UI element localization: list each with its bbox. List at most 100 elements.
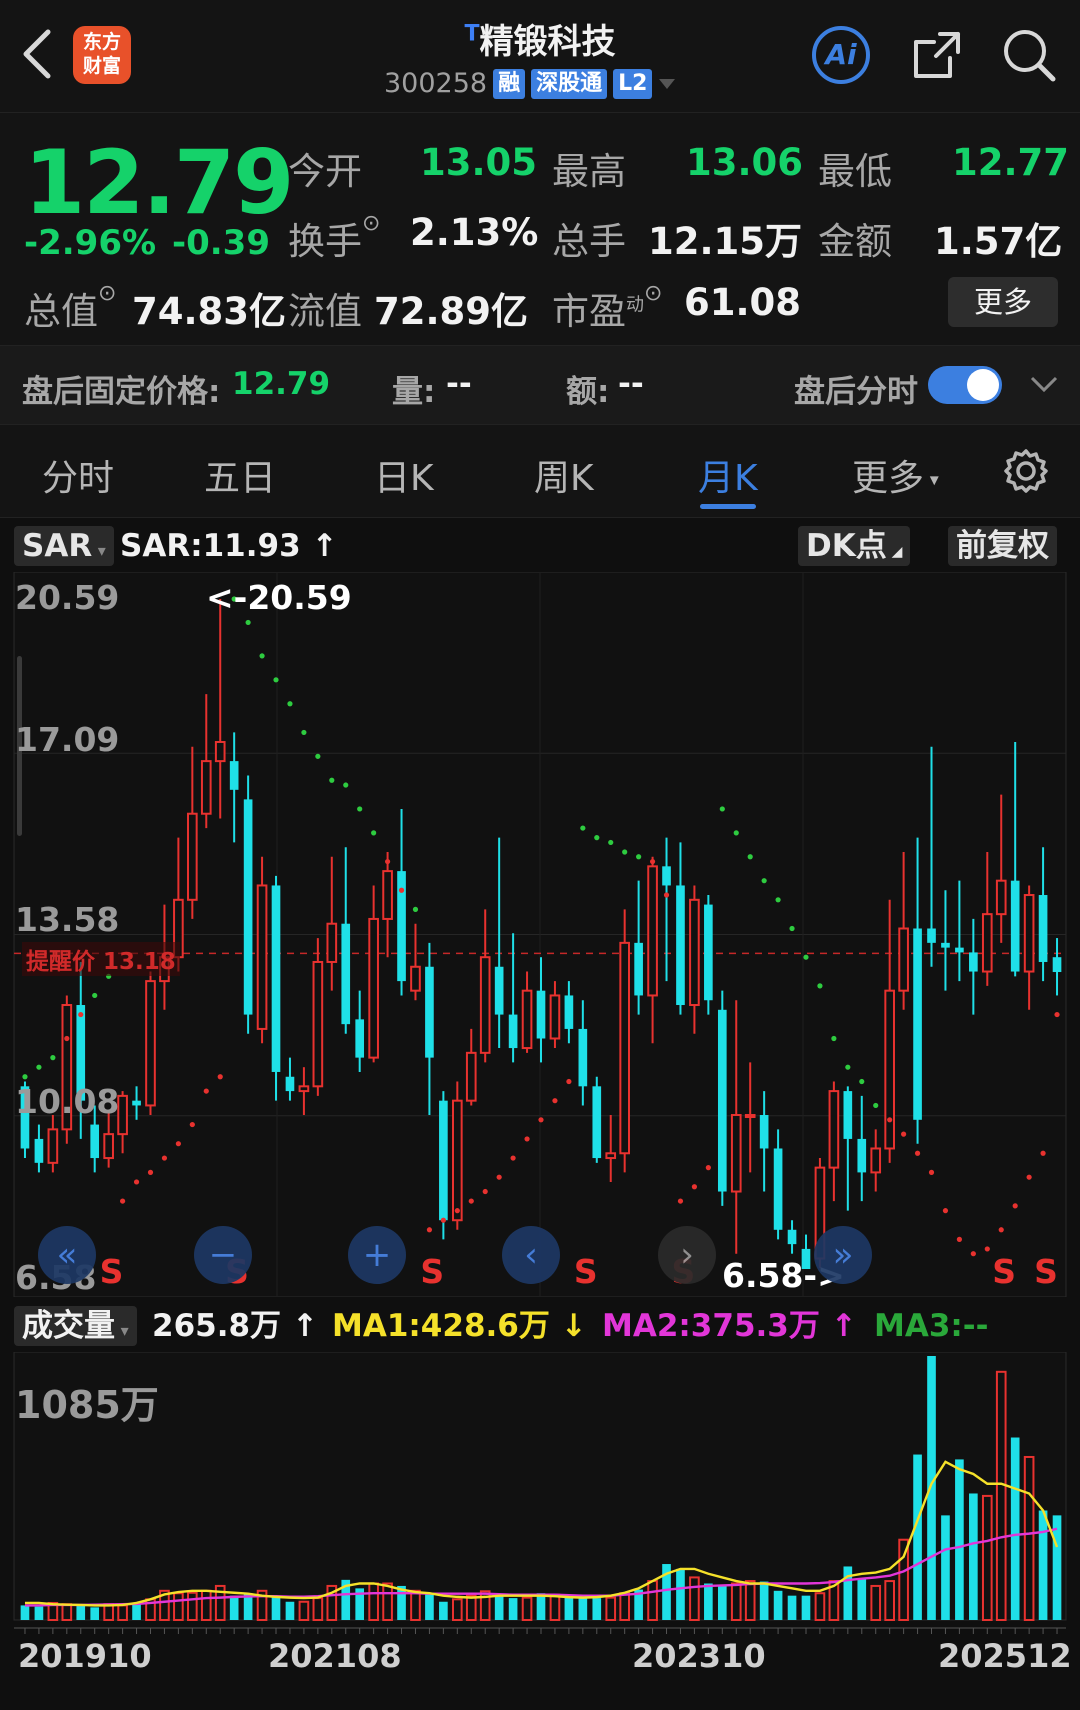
sar-dot xyxy=(1054,1011,1060,1018)
search-icon[interactable] xyxy=(1000,26,1058,84)
volume-bar xyxy=(689,1576,700,1622)
settings-gear-icon[interactable] xyxy=(1002,447,1050,495)
zoom-in-icon[interactable]: + xyxy=(348,1226,406,1284)
candle-body xyxy=(397,871,406,982)
tab-five-day[interactable]: 五日 xyxy=(204,449,276,501)
mktcap-value: 74.83亿 xyxy=(132,290,287,333)
volume-bar xyxy=(410,1589,421,1622)
sar-dot xyxy=(747,854,753,860)
sar-dot xyxy=(468,1198,474,1204)
app-header: 东方 财富 T精锻科技 300258 融 深股通 L2 Ai xyxy=(0,0,1080,112)
after-hours-toggle[interactable] xyxy=(928,366,1002,404)
adjust-button[interactable]: 前复权 xyxy=(948,526,1057,566)
sar-dot xyxy=(831,1035,837,1042)
sell-signal: S xyxy=(1034,1252,1058,1291)
sar-dot xyxy=(608,839,614,846)
share-icon[interactable] xyxy=(910,28,964,82)
sar-dot xyxy=(189,1121,195,1128)
ai-button[interactable]: Ai xyxy=(812,26,870,84)
scroll-right-icon[interactable]: › xyxy=(658,1226,716,1284)
volume-bar xyxy=(619,1592,631,1621)
volume-bar xyxy=(927,1356,936,1620)
volume-bar xyxy=(439,1601,448,1620)
mktcap-label[interactable]: 总值⊙ xyxy=(24,281,116,335)
candle-body xyxy=(828,1090,840,1169)
sar-dot xyxy=(133,1179,140,1185)
sar-dot xyxy=(36,1064,42,1070)
scroll-left-fast-icon[interactable]: « xyxy=(38,1226,96,1284)
sar-dot xyxy=(552,1098,558,1104)
tab-weekly-k[interactable]: 周K xyxy=(534,449,594,501)
sar-dot xyxy=(887,1117,893,1123)
sar-dot xyxy=(663,892,670,898)
candle-body xyxy=(647,865,658,997)
candle-body xyxy=(898,927,909,992)
volume-bar xyxy=(801,1595,811,1620)
stock-code-row[interactable]: 300258 融 深股通 L2 xyxy=(384,68,676,99)
sar-dot xyxy=(315,753,321,759)
volume-indicator-selector[interactable]: 成交量 ▾ xyxy=(14,1306,137,1346)
x-label-2: 202108 xyxy=(268,1637,402,1675)
after-hours-price: 12.79 xyxy=(232,366,331,402)
tab-monthly-k[interactable]: 月K xyxy=(698,449,758,509)
volume-bar xyxy=(549,1593,561,1621)
candle-body xyxy=(870,1147,882,1174)
pe-label[interactable]: 市盈动⊙ xyxy=(552,281,662,335)
candle-body xyxy=(744,1114,756,1119)
candle-body xyxy=(508,1014,518,1049)
scroll-left-icon[interactable]: ‹ xyxy=(502,1226,560,1284)
volume-max-label: 1085万 xyxy=(15,1383,159,1427)
sar-dot xyxy=(956,1236,963,1242)
sell-signal: S xyxy=(992,1252,1016,1291)
scroll-right-fast-icon[interactable]: » xyxy=(814,1226,872,1284)
volume-bar xyxy=(1023,1455,1035,1621)
volume-chart[interactable] xyxy=(0,1352,1080,1710)
volume-bar xyxy=(1010,1437,1020,1620)
amount-label: 金额 xyxy=(818,220,892,263)
sar-dot xyxy=(301,729,307,736)
sar-dot xyxy=(538,1117,544,1123)
candle-body xyxy=(271,885,281,1072)
more-button[interactable]: 更多 xyxy=(948,277,1058,327)
current-price: 12.79 xyxy=(24,131,294,234)
sar-dot xyxy=(510,1155,516,1161)
chevron-down-icon[interactable] xyxy=(1030,376,1058,394)
tab-intraday[interactable]: 分时 xyxy=(42,449,114,501)
volume-bar xyxy=(857,1578,867,1620)
tab-more[interactable]: 更多 ▾ xyxy=(852,449,939,501)
sar-dot xyxy=(371,830,377,836)
candle-body xyxy=(773,1148,783,1230)
candle-body xyxy=(298,1085,310,1093)
dropdown-icon xyxy=(659,78,676,89)
sar-dot xyxy=(984,1246,990,1252)
sar-dot xyxy=(733,830,739,836)
candle-body xyxy=(494,966,504,1015)
zoom-out-icon[interactable]: − xyxy=(194,1226,252,1284)
sar-dot xyxy=(203,1088,209,1094)
candle-body xyxy=(132,1100,141,1106)
sar-dot xyxy=(566,1078,572,1085)
price-label-3: 13.58 xyxy=(15,900,120,939)
tab-daily-k[interactable]: 日K xyxy=(374,449,434,501)
volume-bar xyxy=(90,1607,100,1620)
dk-point-button[interactable]: DK点 ◢ xyxy=(798,526,911,566)
stock-code: 300258 xyxy=(384,68,488,99)
kline-chart[interactable]: SSSSSSS xyxy=(0,572,1080,1297)
high-marker: <-20.59 xyxy=(206,578,352,617)
candle-body xyxy=(704,904,713,1001)
volume-bar xyxy=(200,1589,212,1622)
high-value: 13.06 xyxy=(686,141,804,184)
volume-bar xyxy=(717,1585,727,1620)
sell-signal: S xyxy=(420,1252,444,1291)
volume-bar xyxy=(605,1596,617,1621)
candle-body xyxy=(229,761,239,790)
candle-body xyxy=(941,942,950,948)
turnover-label[interactable]: 换手⊙ xyxy=(288,211,380,265)
alert-price-label[interactable]: 提醒价 13.18 xyxy=(22,942,180,976)
indicator-selector[interactable]: SAR ▾ xyxy=(14,526,114,566)
sar-dot xyxy=(594,835,600,841)
candle-body xyxy=(1023,894,1035,973)
candle-body xyxy=(619,941,631,1155)
candle-body xyxy=(355,1019,365,1058)
candle-body xyxy=(717,1009,727,1192)
